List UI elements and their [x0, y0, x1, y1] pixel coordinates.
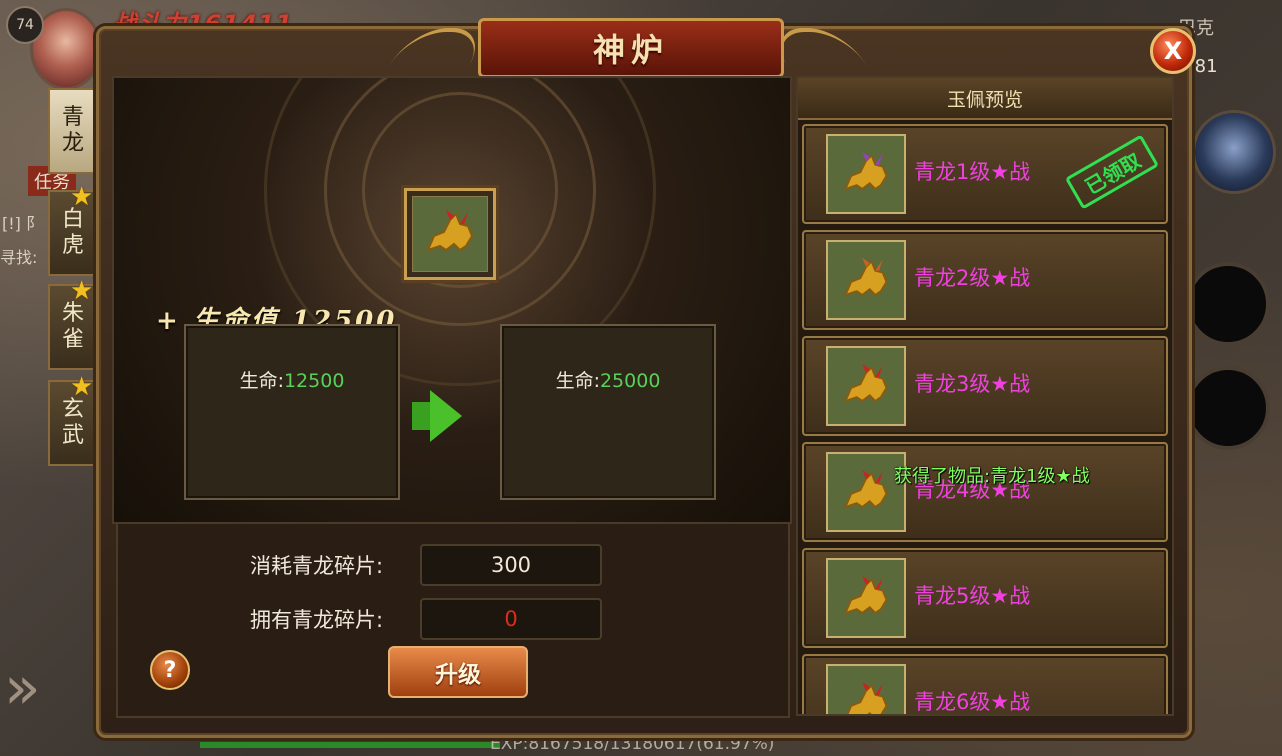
qilin-beast-icon [826, 558, 906, 638]
qilin-beast-icon [826, 346, 906, 426]
skill-slot[interactable] [1186, 262, 1270, 346]
claimed-stamp: 已领取 [1064, 134, 1160, 210]
qilin-beast-icon [826, 134, 906, 214]
owned-field: 0 [420, 598, 602, 640]
tab-label: 雀 [61, 327, 84, 352]
item-name: 青龙5级★战 [914, 584, 1031, 608]
tab-label: 虎 [61, 233, 84, 258]
tab-zhuque[interactable]: ★ 朱 雀 [48, 278, 98, 370]
qilin-beast-icon [826, 240, 906, 320]
arrow-right-icon [430, 390, 462, 442]
tab-xuanwu[interactable]: ★ 玄 武 [48, 374, 98, 466]
task-search-hint: 寻找: [0, 248, 38, 267]
tab-label: 青 [61, 105, 84, 130]
task-hint: [!] 阝 [2, 214, 42, 233]
preview-item[interactable]: 青龙6级★战 [802, 654, 1168, 714]
current-item-slot[interactable] [404, 188, 496, 280]
cost-field: 300 [420, 544, 602, 586]
qilin-beast-icon [826, 664, 906, 714]
preview-panel[interactable]: 玉佩预览 青龙1级★战 已领取 青龙2级★战 青龙3级★战 青龙4级★战 青龙5… [796, 76, 1174, 716]
window-title: 神炉 [478, 18, 784, 78]
question-icon: ? [163, 657, 177, 683]
minimap-orb[interactable] [1192, 110, 1276, 194]
tab-label: 龙 [61, 131, 84, 156]
star-icon: ★ [70, 276, 94, 306]
cost-label: 消耗青龙碎片: [250, 554, 384, 578]
close-button[interactable]: X [1150, 28, 1196, 74]
next-stat: 生命:25000 [555, 370, 661, 392]
close-icon: X [1163, 37, 1183, 65]
star-icon: ★ [70, 182, 94, 212]
item-name: 青龙3级★战 [914, 372, 1031, 396]
item-name: 青龙2级★战 [914, 266, 1031, 290]
current-stat: 生命:12500 [239, 370, 345, 392]
preview-item[interactable]: 青龙1级★战 已领取 [802, 124, 1168, 224]
preview-item[interactable]: 青龙3级★战 [802, 336, 1168, 436]
next-stat-box: 生命:25000 [500, 324, 716, 500]
owned-label: 拥有青龙碎片: [250, 608, 384, 632]
item-name: 青龙6级★战 [914, 690, 1031, 714]
preview-item[interactable]: 青龙4级★战 [802, 442, 1168, 542]
exp-bar [200, 742, 500, 748]
item-name: 青龙1级★战 [914, 160, 1031, 184]
item-obtained-toast: 获得了物品:青龙1级★战 [894, 466, 1090, 487]
skill-slot[interactable] [1186, 366, 1270, 450]
tab-label: 武 [61, 423, 84, 448]
qilin-beast-icon [412, 196, 488, 272]
preview-item[interactable]: 青龙2级★战 [802, 230, 1168, 330]
preview-item[interactable]: 青龙5级★战 [802, 548, 1168, 648]
star-icon: ★ [70, 372, 94, 402]
expand-arrow-icon[interactable]: » [4, 648, 50, 728]
tab-baihu[interactable]: ★ 白 虎 [48, 184, 98, 276]
current-stat-box: 生命:12500 [184, 324, 400, 500]
player-level-badge: 74 [6, 6, 44, 44]
preview-header: 玉佩预览 [798, 78, 1172, 120]
upgrade-button[interactable]: 升级 [388, 646, 528, 698]
tab-qinglong[interactable]: 青 龙 [48, 88, 98, 174]
help-button[interactable]: ? [150, 650, 190, 690]
